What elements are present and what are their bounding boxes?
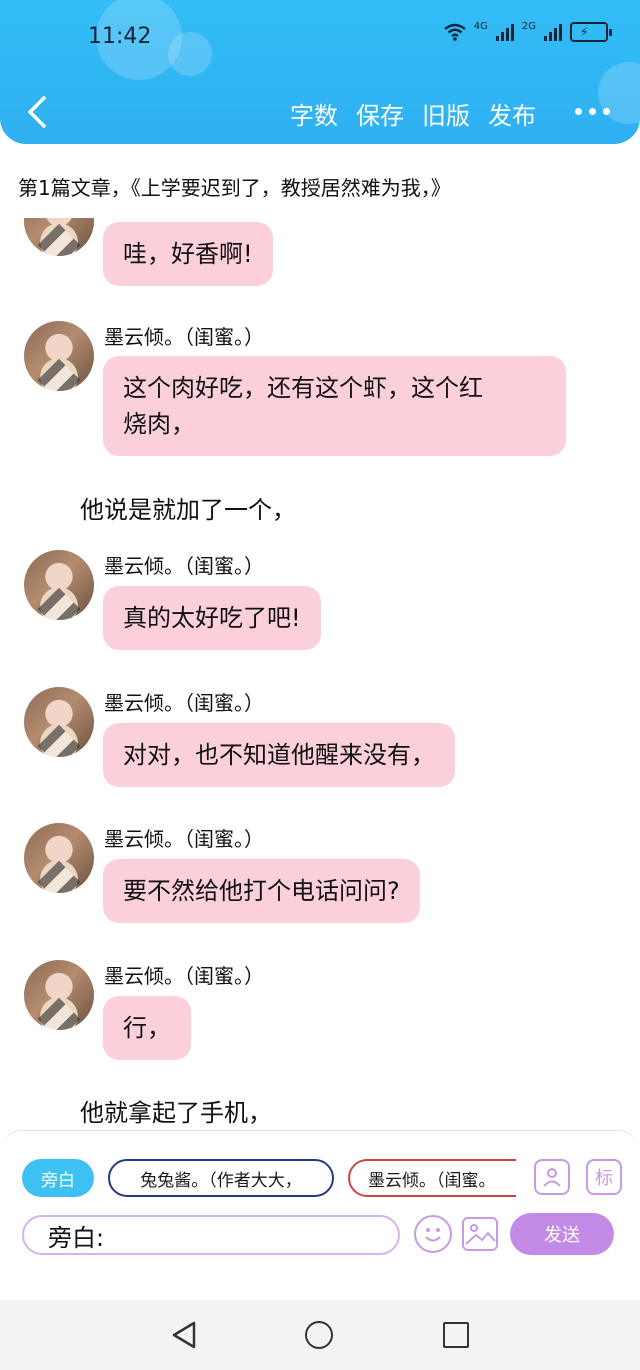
speaker-name: 墨云倾。（闺蜜。） <box>104 325 264 349</box>
avatar[interactable] <box>24 823 94 893</box>
chevron-left-icon <box>28 96 46 128</box>
message-text: 对对，也不知道他醒来没有， <box>123 741 435 769</box>
send-button[interactable]: 发送 <box>510 1213 614 1255</box>
network-type-label: 4G <box>473 20 488 32</box>
avatar[interactable] <box>24 687 94 757</box>
message-text: 这个肉好吃，还有这个虾，这个红 <box>123 374 483 402</box>
more-options-button[interactable] <box>575 108 610 115</box>
chat-message[interactable]: 墨云倾。（闺蜜。） 对对，也不知道他醒来没有， <box>24 687 604 802</box>
tag-icon[interactable]: 标 <box>586 1159 622 1195</box>
nav-recent-apps-icon[interactable] <box>443 1322 469 1348</box>
message-input[interactable]: 旁白: <box>22 1215 400 1255</box>
battery-icon: ⚡ <box>570 22 612 42</box>
image-icon[interactable] <box>462 1217 498 1251</box>
word-count-button[interactable]: 字数 <box>290 96 338 131</box>
avatar[interactable] <box>24 321 94 391</box>
speaker-name: 墨云倾。（闺蜜。） <box>104 691 264 715</box>
more-dot-icon <box>589 108 596 115</box>
more-dot-icon <box>575 108 582 115</box>
signal-icon <box>495 23 514 41</box>
message-text: 烧肉， <box>123 410 195 438</box>
speaker-name: 墨云倾。（闺蜜。） <box>104 964 264 988</box>
message-text: 行， <box>123 1014 171 1042</box>
top-header: 11:42 4G 2G ⚡ 字数 保存 旧版 发布 <box>0 0 640 144</box>
avatar[interactable] <box>24 218 94 256</box>
chat-message[interactable]: 墨云倾。（闺蜜。） 行， <box>24 960 604 1075</box>
add-character-icon[interactable] <box>534 1159 570 1195</box>
role-chip-author[interactable]: 兔兔酱。（作者大大， <box>108 1159 334 1197</box>
system-nav-bar <box>0 1300 640 1370</box>
publish-button[interactable]: 发布 <box>488 96 536 131</box>
message-bubble[interactable]: 对对，也不知道他醒来没有， <box>103 723 455 787</box>
message-bubble[interactable]: 这个肉好吃，还有这个虾，这个红 烧肉， <box>103 356 566 456</box>
signal-icon <box>544 23 562 41</box>
save-button[interactable]: 保存 <box>356 96 404 131</box>
composer-panel: 旁白 兔兔酱。（作者大大， 墨云倾。（闺蜜。 标 旁白: 发送 <box>0 1130 640 1300</box>
message-bubble[interactable]: 哇，好香啊! <box>103 222 273 286</box>
header-decoration <box>168 32 212 76</box>
message-bubble[interactable]: 要不然给他打个电话问问? <box>103 859 420 923</box>
emoji-icon[interactable] <box>414 1215 452 1253</box>
avatar[interactable] <box>24 550 94 620</box>
old-version-button[interactable]: 旧版 <box>422 96 470 131</box>
speaker-name: 墨云倾。（闺蜜。） <box>104 827 264 851</box>
nav-back-icon[interactable] <box>170 1320 198 1354</box>
more-dot-icon <box>603 108 610 115</box>
article-title: 第1篇文章，《上学要迟到了，教授居然难为我，》 <box>18 176 451 200</box>
message-bubble[interactable]: 真的太好吃了吧! <box>103 586 321 650</box>
chat-message[interactable]: 哇，好香啊! <box>24 218 584 296</box>
toolbar-actions: 字数 保存 旧版 发布 <box>290 96 536 131</box>
status-icons: 4G 2G ⚡ <box>444 20 612 42</box>
avatar[interactable] <box>24 960 94 1030</box>
wifi-icon <box>444 23 466 41</box>
message-text: 真的太好吃了吧! <box>123 604 301 632</box>
chat-message[interactable]: 墨云倾。（闺蜜。） 要不然给他打个电话问问? <box>24 823 604 938</box>
network-type-label: 2G <box>521 20 536 32</box>
chat-message[interactable]: 墨云倾。（闺蜜。） 这个肉好吃，还有这个虾，这个红 烧肉， <box>24 321 604 471</box>
nav-home-icon[interactable] <box>305 1321 333 1349</box>
role-chip-friend[interactable]: 墨云倾。（闺蜜。 <box>348 1159 516 1197</box>
message-text: 要不然给他打个电话问问? <box>123 877 400 905</box>
message-text: 哇，好香啊! <box>123 240 253 268</box>
speaker-name: 墨云倾。（闺蜜。） <box>104 554 264 578</box>
back-button[interactable] <box>20 92 54 132</box>
message-bubble[interactable]: 行， <box>103 996 191 1060</box>
narration-text: 他就拿起了手机， <box>80 1099 272 1127</box>
chat-area[interactable]: 哇，好香啊! 墨云倾。（闺蜜。） 这个肉好吃，还有这个虾，这个红 烧肉， 他说是… <box>0 218 640 1130</box>
narration-text: 他说是就加了一个， <box>80 496 296 524</box>
chat-message[interactable]: 墨云倾。（闺蜜。） 真的太好吃了吧! <box>24 550 604 665</box>
status-time: 11:42 <box>88 24 152 49</box>
role-chip-narration[interactable]: 旁白 <box>22 1159 94 1197</box>
